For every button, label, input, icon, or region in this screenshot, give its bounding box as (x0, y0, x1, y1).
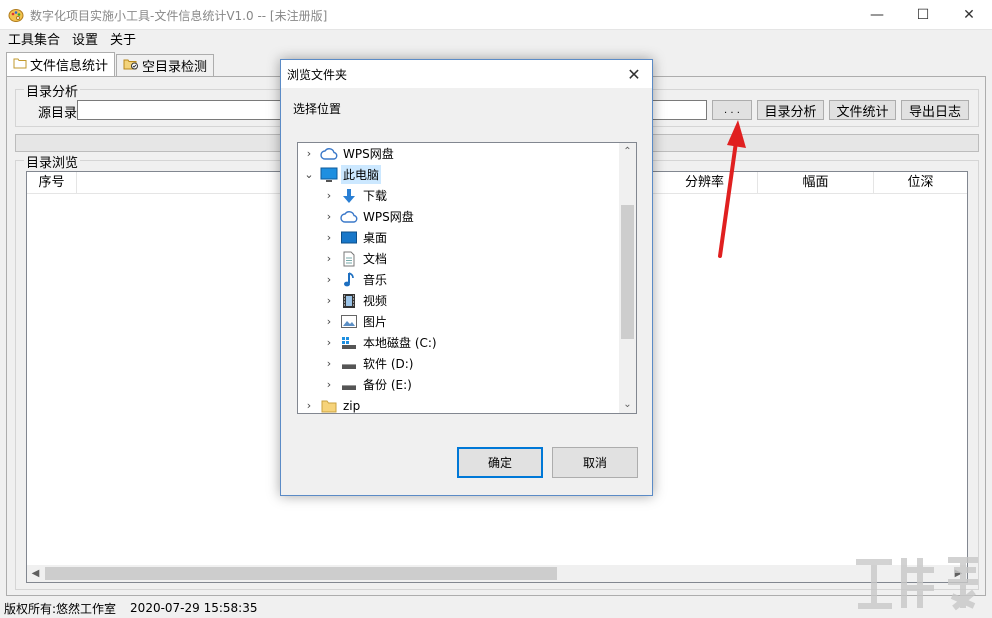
file-stats-button[interactable]: 文件统计 (829, 100, 896, 120)
source-dir-label: 源目录 (38, 106, 78, 121)
menu-bar: 工具集合 设置 关于 (0, 31, 992, 51)
chevron-right-icon[interactable]: › (322, 231, 336, 244)
col-size[interactable]: 幅面 (758, 172, 874, 194)
chevron-right-icon[interactable]: › (302, 399, 316, 412)
chevron-right-icon[interactable]: › (322, 273, 336, 286)
export-log-button[interactable]: 导出日志 (901, 100, 969, 120)
col-bit-depth[interactable]: 位深 (874, 172, 967, 194)
chevron-right-icon[interactable]: › (302, 147, 316, 160)
chevron-right-icon[interactable]: › (322, 315, 336, 328)
palette-icon (8, 7, 24, 23)
title-bar: 数字化项目实施小工具-文件信息统计V1.0 -- [未注册版] — ☐ ✕ (0, 0, 992, 30)
chevron-right-icon[interactable]: › (322, 357, 336, 370)
tree-item-drive-e[interactable]: › 备份 (E:) (322, 374, 414, 395)
document-icon (340, 251, 358, 267)
system-drive-icon (340, 335, 358, 351)
tab-empty-dir[interactable]: 空目录检测 (116, 54, 215, 76)
picture-icon (340, 314, 358, 330)
chevron-right-icon[interactable]: › (322, 210, 336, 223)
tree-item-label: 图片 (363, 315, 388, 329)
scroll-left-icon[interactable]: ◀ (27, 565, 44, 582)
copyright-text: 版权所有:悠然工作室 (4, 601, 117, 616)
scroll-thumb[interactable] (45, 567, 557, 580)
video-icon (340, 293, 358, 309)
tab-file-info-label: 文件信息统计 (30, 59, 109, 74)
dialog-close-button[interactable]: ✕ (616, 60, 652, 88)
tree-item-label: 桌面 (363, 231, 388, 245)
chevron-right-icon[interactable]: › (322, 252, 336, 265)
download-icon (340, 188, 358, 204)
tree-item-desktop[interactable]: › 桌面 (322, 227, 389, 248)
tree-item-drive-d[interactable]: › 软件 (D:) (322, 353, 415, 374)
tree-vertical-scrollbar[interactable]: ⌃ ⌄ (619, 143, 636, 413)
desktop-icon (340, 230, 358, 246)
tree-item-label: 此电脑 (341, 165, 382, 184)
tree-item-downloads[interactable]: › 下载 (322, 185, 389, 206)
tree-item-label: WPS网盘 (363, 210, 414, 224)
drive-icon (340, 356, 358, 372)
folder-icon (13, 57, 27, 73)
tree-item-pictures[interactable]: › 图片 (322, 311, 389, 332)
folder-check-icon (123, 57, 139, 75)
computer-icon (320, 167, 338, 183)
dialog-prompt: 选择位置 (293, 102, 342, 116)
cloud-icon (340, 209, 358, 225)
col-index[interactable]: 序号 (27, 172, 77, 194)
chevron-right-icon[interactable]: › (322, 336, 336, 349)
close-button[interactable]: ✕ (946, 0, 992, 30)
tree-item-label: 软件 (D:) (363, 357, 414, 371)
tree-item-wps-sub[interactable]: › WPS网盘 (322, 206, 416, 227)
tree-item-music[interactable]: › 音乐 (322, 269, 389, 290)
chevron-down-icon[interactable]: ⌄ (302, 168, 316, 181)
scroll-up-icon[interactable]: ⌃ (619, 143, 636, 160)
tree-item-this-pc[interactable]: ⌄ 此电脑 (302, 164, 382, 185)
tree-item-label: 视频 (363, 294, 388, 308)
folder-tree[interactable]: › WPS网盘 ⌄ 此电脑 › 下载 › WPS网盘 › 桌面 › 文档 › 音… (297, 142, 637, 414)
chevron-right-icon[interactable]: › (322, 189, 336, 202)
annotation-arrow-icon (718, 120, 746, 258)
tree-scroll-thumb[interactable] (621, 205, 634, 339)
status-bar: 版权所有:悠然工作室 2020-07-29 15:58:35 (0, 598, 992, 618)
scroll-down-icon[interactable]: ⌄ (619, 396, 636, 413)
tree-item-drive-c[interactable]: › 本地磁盘 (C:) (322, 332, 439, 353)
status-datetime: 2020-07-29 15:58:35 (130, 601, 258, 615)
cancel-button[interactable]: 取消 (552, 447, 638, 478)
tree-item-videos[interactable]: › 视频 (322, 290, 389, 311)
drive-icon (340, 377, 358, 393)
folder-icon (320, 398, 338, 414)
tree-item-label: zip (343, 398, 361, 413)
browse-button[interactable]: . . . (712, 100, 752, 120)
ok-button[interactable]: 确定 (457, 447, 543, 478)
dir-browse-label: 目录浏览 (24, 152, 81, 171)
tab-empty-dir-label: 空目录检测 (142, 60, 208, 75)
tab-strip: 文件信息统计 空目录检测 (6, 52, 215, 76)
dialog-title: 浏览文件夹 (287, 68, 348, 82)
tree-item-label: 文档 (363, 252, 388, 266)
browse-folder-dialog: 浏览文件夹 ✕ 选择位置 › WPS网盘 ⌄ 此电脑 › 下载 › WPS网盘 … (280, 59, 653, 496)
window-title: 数字化项目实施小工具-文件信息统计V1.0 -- [未注册版] (30, 9, 328, 23)
tree-item-documents[interactable]: › 文档 (322, 248, 389, 269)
music-icon (340, 271, 358, 288)
dir-analysis-label: 目录分析 (24, 81, 81, 100)
tab-file-info[interactable]: 文件信息统计 (6, 52, 116, 76)
chevron-right-icon[interactable]: › (322, 294, 336, 307)
horizontal-scrollbar[interactable]: ◀ ▶ (27, 565, 967, 582)
minimize-button[interactable]: — (854, 0, 900, 30)
tree-item-label: WPS网盘 (343, 147, 394, 161)
tree-item-label: 备份 (E:) (363, 378, 412, 392)
dialog-title-bar: 浏览文件夹 ✕ (281, 60, 652, 88)
analyze-button[interactable]: 目录分析 (757, 100, 824, 120)
chevron-right-icon[interactable]: › (322, 378, 336, 391)
menu-about[interactable]: 关于 (104, 31, 142, 51)
cloud-icon (320, 146, 338, 162)
tree-item-label: 本地磁盘 (C:) (363, 336, 437, 350)
tree-item-label: 音乐 (363, 273, 388, 287)
watermark-logo-icon (856, 557, 978, 611)
maximize-button[interactable]: ☐ (900, 0, 946, 30)
menu-settings[interactable]: 设置 (66, 31, 104, 51)
tree-item-wps-root[interactable]: › WPS网盘 (302, 143, 396, 164)
menu-tools[interactable]: 工具集合 (0, 31, 66, 51)
tree-item-zip[interactable]: › zip (302, 395, 362, 414)
tree-item-label: 下载 (363, 189, 388, 203)
